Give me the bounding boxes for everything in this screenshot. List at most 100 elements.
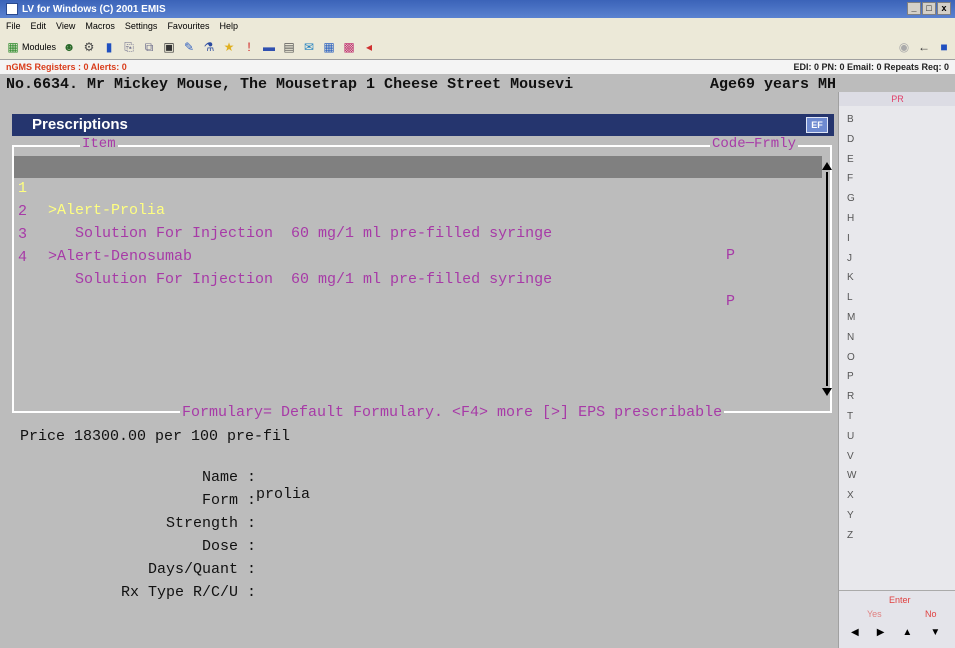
modules-label: Modules [22, 41, 57, 52]
letter-y[interactable]: Y [847, 506, 856, 526]
scrollbar-track[interactable] [826, 172, 828, 386]
window-controls: _ □ x [907, 2, 951, 15]
calendar-icon[interactable]: ▦ [322, 40, 336, 54]
letter-o[interactable]: O [847, 348, 856, 368]
arrow-left-icon[interactable]: ◀ [851, 627, 859, 638]
row-number: 4 [18, 249, 28, 266]
menu-favourites[interactable]: Favourites [167, 21, 209, 31]
arrow-right-icon[interactable]: ▶ [877, 627, 885, 638]
yes-button[interactable]: Yes [867, 609, 882, 619]
patient-banner: No.6634. Mr Mickey Mouse, The Mousetrap … [6, 76, 836, 96]
window-title: LV for Windows (C) 2001 EMIS [22, 3, 166, 15]
modules-icon: ▦ [7, 39, 19, 54]
exit-icon[interactable]: ■ [937, 40, 951, 54]
letter-m[interactable]: M [847, 308, 856, 328]
consultation-icon[interactable]: ☻ [62, 40, 76, 54]
card-icon[interactable]: ▬ [262, 40, 276, 54]
back-icon[interactable]: ◂ [362, 40, 376, 54]
medication-icon[interactable]: ⚙ [82, 40, 96, 54]
field-value[interactable]: prolia [256, 486, 310, 503]
letter-e[interactable]: E [847, 150, 856, 170]
list-item[interactable]: 2 Solution For Injection 60 mg/1 ml pre-… [14, 179, 822, 264]
print-icon[interactable]: ▣ [162, 40, 176, 54]
tools-icon[interactable]: ✎ [182, 40, 196, 54]
menu-view[interactable]: View [56, 21, 75, 31]
arrow-up-icon[interactable]: ▲ [902, 627, 912, 638]
column-header-code-frmly: Code─Frmly [710, 136, 799, 152]
maximize-button[interactable]: □ [922, 2, 936, 15]
close-button[interactable]: x [937, 2, 951, 15]
grid-icon[interactable]: ▩ [342, 40, 356, 54]
letter-p[interactable]: P [847, 367, 856, 387]
patient-details: No.6634. Mr Mickey Mouse, The Mousetrap … [6, 76, 574, 93]
row-description: >Alert-Denosumab [48, 248, 193, 265]
menu-edit[interactable]: Edit [31, 21, 47, 31]
status-bar: nGMS Registers : 0 Alerts: 0 EDI: 0 PN: … [0, 60, 955, 74]
prescriptions-panel-header: Prescriptions EF [12, 114, 834, 136]
letter-r[interactable]: R [847, 387, 856, 407]
letter-j[interactable]: J [847, 249, 856, 269]
field-label: Rx Type R/C/U : [120, 584, 257, 601]
message-counts-status: EDI: 0 PN: 0 Email: 0 Repeats Req: 0 [793, 62, 949, 72]
letter-u[interactable]: U [847, 427, 856, 447]
list-item[interactable]: 3 >Alert-Denosumab [14, 202, 822, 265]
app-icon [6, 3, 18, 15]
price-line: Price 18300.00 per 100 pre-fil [20, 428, 291, 445]
letter-f[interactable]: F [847, 169, 856, 189]
menu-file[interactable]: File [6, 21, 21, 31]
registers-alerts-status[interactable]: nGMS Registers : 0 Alerts: 0 [6, 62, 127, 72]
letter-k[interactable]: K [847, 268, 856, 288]
letter-g[interactable]: G [847, 189, 856, 209]
no-button[interactable]: No [925, 609, 937, 619]
field-label: Form : [202, 492, 257, 509]
field-label: Days/Quant : [147, 561, 257, 578]
menu-help[interactable]: Help [219, 21, 238, 31]
letter-x[interactable]: X [847, 486, 856, 506]
modules-button[interactable]: ▦ Modules [6, 40, 56, 54]
letter-z[interactable]: Z [847, 526, 856, 546]
rx-type-field[interactable]: Rx Type R/C/U : [20, 567, 256, 635]
copy-icon[interactable]: ⎘ [122, 40, 136, 54]
enter-button[interactable]: Enter [889, 595, 911, 605]
minimize-button[interactable]: _ [907, 2, 921, 15]
menu-macros[interactable]: Macros [85, 21, 115, 31]
letter-n[interactable]: N [847, 328, 856, 348]
formulary-footer: Formulary= Default Formulary. <F4> more … [180, 404, 725, 421]
arrow-down-icon[interactable]: ▼ [930, 627, 940, 638]
letter-v[interactable]: V [847, 447, 856, 467]
letter-h[interactable]: H [847, 209, 856, 229]
help-icon[interactable]: ◉ [897, 40, 911, 54]
list-item[interactable]: 1 >Alert-Prolia [14, 156, 822, 219]
paste-icon[interactable]: ⧉ [142, 40, 156, 54]
emis-logo-icon: EF [806, 117, 828, 133]
registration-icon[interactable]: ▮ [102, 40, 116, 54]
row-code: P [726, 293, 736, 310]
letter-d[interactable]: D [847, 130, 856, 150]
sidebar-tab-pr[interactable]: PR [839, 92, 955, 106]
menu-settings[interactable]: Settings [125, 21, 158, 31]
scroll-down-arrow-icon[interactable] [822, 388, 832, 396]
list-item[interactable]: 4 Solution For Injection 60 mg/1 ml pre-… [14, 225, 822, 310]
column-header-item: Item [80, 136, 118, 152]
mail-icon[interactable]: ✉ [302, 40, 316, 54]
panel-title: Prescriptions [32, 116, 128, 133]
letter-i[interactable]: I [847, 229, 856, 249]
toolbar-right: ◉ ← ■ [897, 40, 951, 54]
alert-icon[interactable]: ! [242, 40, 256, 54]
flask-icon[interactable]: ⚗ [202, 40, 216, 54]
star-icon[interactable]: ★ [222, 40, 236, 54]
letter-t[interactable]: T [847, 407, 856, 427]
letter-l[interactable]: L [847, 288, 856, 308]
menu-bar: File Edit View Macros Settings Favourite… [0, 18, 955, 34]
letter-w[interactable]: W [847, 466, 856, 486]
title-bar: LV for Windows (C) 2001 EMIS _ □ x [0, 0, 955, 18]
letter-b[interactable]: B [847, 110, 856, 130]
scroll-up-arrow-icon[interactable] [822, 162, 832, 170]
arrow-keys: ◀ ▶ ▲ ▼ [851, 627, 940, 638]
row-code: P [726, 247, 736, 264]
alphabet-index: B D E F G H I J K L M N O P R T U V W X … [847, 110, 856, 546]
arrow-left-icon[interactable]: ← [917, 40, 931, 54]
contacts-icon[interactable]: ▤ [282, 40, 296, 54]
alphabet-sidebar: PR B D E F G H I J K L M N O P R T U V W… [838, 92, 955, 648]
prompt-panel: Enter Yes No ◀ ▶ ▲ ▼ [839, 590, 955, 648]
